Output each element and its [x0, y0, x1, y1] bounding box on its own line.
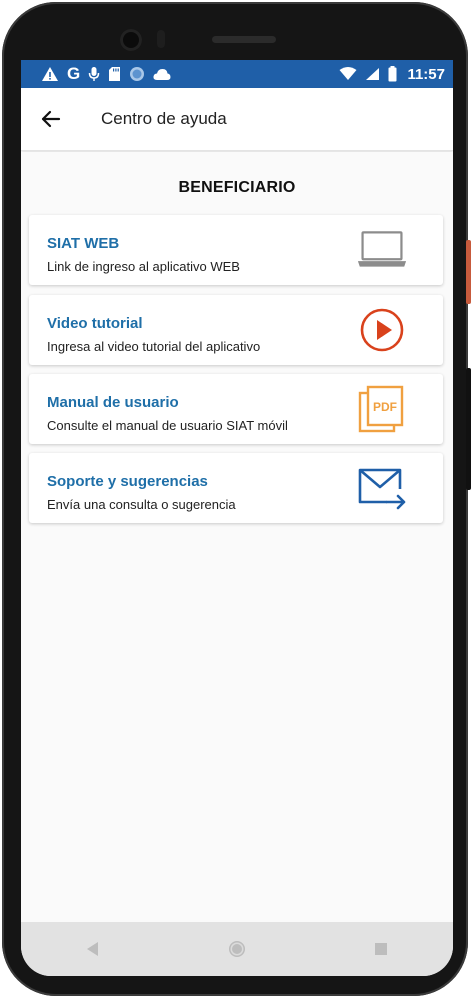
card-description: Link de ingreso al aplicativo WEB	[47, 259, 240, 274]
pdf-label: PDF	[373, 400, 397, 414]
card-support-suggestions[interactable]: Soporte y sugerencias Envía una consulta…	[29, 453, 443, 523]
earpiece-speaker	[212, 36, 276, 43]
wifi-icon	[339, 67, 357, 81]
mic-icon	[88, 66, 100, 82]
pdf-icon: PDF	[357, 385, 407, 433]
card-description: Ingresa al video tutorial del aplicativo	[47, 339, 261, 354]
back-triangle-icon	[86, 941, 100, 957]
system-nav-bar	[21, 922, 453, 976]
recents-square-icon	[374, 942, 388, 956]
status-bar-system: 11:57	[339, 66, 445, 83]
nav-back-button[interactable]	[73, 929, 113, 969]
card-title: Video tutorial	[47, 315, 143, 332]
back-button[interactable]	[22, 88, 80, 150]
laptop-icon	[357, 227, 407, 273]
cloud-icon	[153, 68, 171, 81]
app-bar: Centro de ayuda	[21, 88, 453, 151]
card-title: Soporte y sugerencias	[47, 473, 208, 490]
signal-icon	[365, 67, 380, 81]
card-description: Consulte el manual de usuario SIAT móvil	[47, 418, 288, 433]
battery-icon	[388, 66, 397, 82]
phone-frame: G 11:57 Centro de ayuda BENEFICIARIO SIA…	[2, 2, 468, 996]
play-circle-icon	[357, 307, 407, 353]
google-icon: G	[67, 64, 81, 83]
mail-send-icon	[357, 465, 407, 511]
volume-button	[466, 368, 471, 490]
section-title: BENEFICIARIO	[178, 179, 296, 196]
front-camera	[120, 29, 142, 51]
card-video-tutorial[interactable]: Video tutorial Ingresa al video tutorial…	[29, 295, 443, 365]
card-siat-web[interactable]: SIAT WEB Link de ingreso al aplicativo W…	[29, 215, 443, 285]
nav-recents-button[interactable]	[361, 929, 401, 969]
power-button	[466, 240, 471, 304]
status-bar: G 11:57	[21, 60, 453, 88]
status-time: 11:57	[407, 65, 445, 83]
card-description: Envía una consulta o sugerencia	[47, 497, 236, 512]
home-circle-icon	[227, 939, 247, 959]
circle-icon	[129, 66, 145, 82]
status-bar-notifications: G	[41, 64, 171, 84]
card-user-manual[interactable]: Manual de usuario Consulte el manual de …	[29, 374, 443, 444]
card-title: Manual de usuario	[47, 394, 179, 411]
sd-card-icon	[108, 66, 121, 82]
arrow-left-icon	[41, 110, 61, 128]
help-center-content: BENEFICIARIO SIAT WEB Link de ingreso al…	[21, 152, 453, 922]
screen: G 11:57 Centro de ayuda BENEFICIARIO SIA…	[21, 60, 453, 976]
page-title: Centro de ayuda	[101, 109, 227, 128]
nav-home-button[interactable]	[217, 929, 257, 969]
card-title: SIAT WEB	[47, 235, 120, 252]
warning-icon	[41, 66, 59, 82]
proximity-sensor	[157, 30, 165, 48]
